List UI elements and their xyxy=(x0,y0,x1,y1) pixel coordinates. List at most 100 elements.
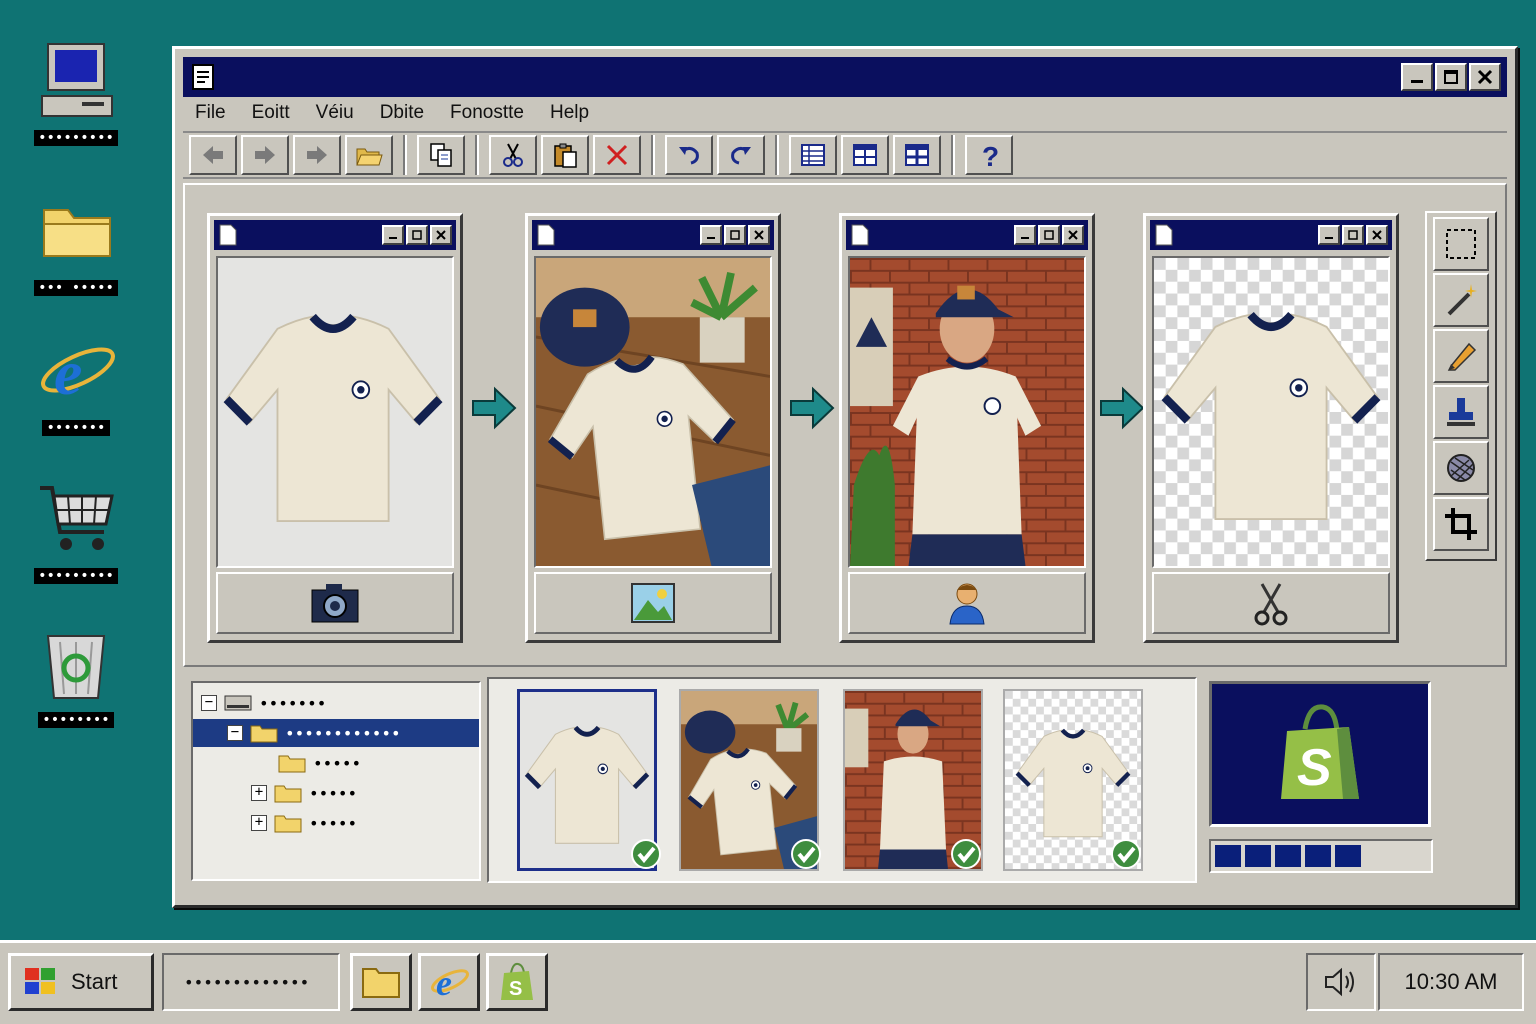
close-button[interactable] xyxy=(748,225,770,245)
menu-file[interactable]: File xyxy=(195,102,226,124)
paste-button[interactable] xyxy=(541,135,589,175)
document-app-icon[interactable] xyxy=(189,63,217,91)
quicklaunch-browser[interactable]: e xyxy=(418,953,480,1011)
tree-item-folder[interactable]: ••••• xyxy=(277,749,361,777)
magic-wand-tool[interactable] xyxy=(1433,273,1489,327)
maximize-button[interactable] xyxy=(1435,63,1467,91)
pencil-icon xyxy=(1447,342,1477,371)
delete-button[interactable] xyxy=(593,135,641,175)
help-button[interactable]: ? xyxy=(965,135,1013,175)
clipboard-icon xyxy=(554,143,577,168)
minimize-icon xyxy=(389,237,397,239)
tree-item-label: ••••••• xyxy=(259,693,327,713)
close-button[interactable] xyxy=(1469,63,1501,91)
minimize-button[interactable] xyxy=(1318,225,1340,245)
title-bar[interactable] xyxy=(183,57,1507,97)
question-mark-icon: ? xyxy=(982,141,999,169)
model-photo-image[interactable] xyxy=(848,256,1086,568)
folder-icon xyxy=(278,755,306,773)
main-window: File Eoitt Véiu Dbite Fonostte Help ? − … xyxy=(172,46,1518,908)
internet-explorer-icon: e xyxy=(431,963,469,1003)
maximize-button[interactable] xyxy=(406,225,428,245)
tile-view-button[interactable] xyxy=(893,135,941,175)
desktop-icon-computer[interactable]: ••••••••• xyxy=(28,40,124,160)
crop-tool[interactable] xyxy=(1433,497,1489,551)
stamp-tool[interactable] xyxy=(1433,385,1489,439)
check-icon xyxy=(951,839,981,869)
progress-segment xyxy=(1275,845,1301,867)
collapse-toggle[interactable]: − xyxy=(227,725,243,741)
close-button[interactable] xyxy=(430,225,452,245)
step-window-background-removed[interactable] xyxy=(1143,213,1399,643)
open-folder-button[interactable] xyxy=(345,135,393,175)
redo-button[interactable] xyxy=(717,135,765,175)
taskbar-window-item[interactable]: ••••••••••••• xyxy=(162,953,340,1011)
step-title-bar[interactable] xyxy=(846,220,1088,250)
close-icon xyxy=(754,230,764,240)
shopify-preview[interactable]: S xyxy=(1209,681,1431,827)
folder-tree[interactable]: − ••••••• − •••••••••••• ••••• + ••••• + xyxy=(191,681,481,881)
desktop-icon-browser[interactable]: e ••••••• xyxy=(28,330,124,450)
step-title-bar[interactable] xyxy=(532,220,774,250)
minimize-button[interactable] xyxy=(382,225,404,245)
arrow-right-icon xyxy=(307,146,327,164)
menu-debug[interactable]: Dbite xyxy=(380,102,424,124)
folder-icon xyxy=(362,968,400,998)
menu-view[interactable]: Véiu xyxy=(316,102,354,124)
copy-button[interactable] xyxy=(417,135,465,175)
marquee-select-icon xyxy=(1446,229,1476,259)
expand-toggle[interactable]: + xyxy=(251,815,267,831)
pattern-fill-tool[interactable] xyxy=(1433,441,1489,495)
desktop-icon-cart[interactable]: ••••••••• xyxy=(28,478,124,598)
maximize-button[interactable] xyxy=(724,225,746,245)
step-window-model-photo[interactable] xyxy=(839,213,1095,643)
expand-toggle[interactable]: + xyxy=(251,785,267,801)
step-window-product-photo[interactable] xyxy=(207,213,463,643)
shopify-bag-icon: S xyxy=(501,962,533,1000)
desktop-icon-label: •••••••• xyxy=(38,712,114,728)
toolbar-separator xyxy=(475,135,479,175)
pencil-tool[interactable] xyxy=(1433,329,1489,383)
step-title-bar[interactable] xyxy=(1150,220,1392,250)
undo-button[interactable] xyxy=(665,135,713,175)
minimize-button[interactable] xyxy=(700,225,722,245)
quicklaunch-shopify[interactable]: S xyxy=(486,953,548,1011)
list-view-button[interactable] xyxy=(789,135,837,175)
menu-favorites[interactable]: Fonostte xyxy=(450,102,524,124)
select-tool[interactable] xyxy=(1433,217,1489,271)
pipeline-workarea xyxy=(183,183,1507,667)
flat-lay-image[interactable] xyxy=(534,256,772,568)
step-window-flat-lay[interactable] xyxy=(525,213,781,643)
menu-edit[interactable]: Eoitt xyxy=(252,102,290,124)
next-button[interactable] xyxy=(293,135,341,175)
progress-segment xyxy=(1215,845,1241,867)
maximize-button[interactable] xyxy=(1342,225,1364,245)
maximize-button[interactable] xyxy=(1038,225,1060,245)
desktop-icon-folder[interactable]: ••• ••••• xyxy=(28,190,124,310)
forward-button[interactable] xyxy=(241,135,289,175)
step-title-bar[interactable] xyxy=(214,220,456,250)
volume-button[interactable] xyxy=(1306,953,1376,1011)
tree-item-drive[interactable]: − ••••••• xyxy=(201,689,326,717)
menu-help[interactable]: Help xyxy=(550,102,589,124)
close-button[interactable] xyxy=(1062,225,1084,245)
quicklaunch-explorer[interactable] xyxy=(350,953,412,1011)
collapse-toggle[interactable]: − xyxy=(201,695,217,711)
system-clock: 10:30 AM xyxy=(1378,953,1524,1011)
desktop-icon-recycle-bin[interactable]: •••••••• xyxy=(28,622,124,742)
tree-item-folder[interactable]: + ••••• xyxy=(251,809,357,837)
background-removed-image[interactable] xyxy=(1152,256,1390,568)
minimize-button[interactable] xyxy=(1014,225,1036,245)
back-button[interactable] xyxy=(189,135,237,175)
start-button[interactable]: Start xyxy=(8,953,154,1011)
tree-item-folder[interactable]: + ••••• xyxy=(251,779,357,807)
folder-icon xyxy=(274,815,302,833)
tree-item-selected-folder[interactable]: − •••••••••••• xyxy=(193,719,479,747)
close-button[interactable] xyxy=(1366,225,1388,245)
minimize-button[interactable] xyxy=(1401,63,1433,91)
product-photo-image[interactable] xyxy=(216,256,454,568)
grid-view-button[interactable] xyxy=(841,135,889,175)
folder-icon xyxy=(274,785,302,803)
drive-icon xyxy=(224,695,252,711)
cut-button[interactable] xyxy=(489,135,537,175)
